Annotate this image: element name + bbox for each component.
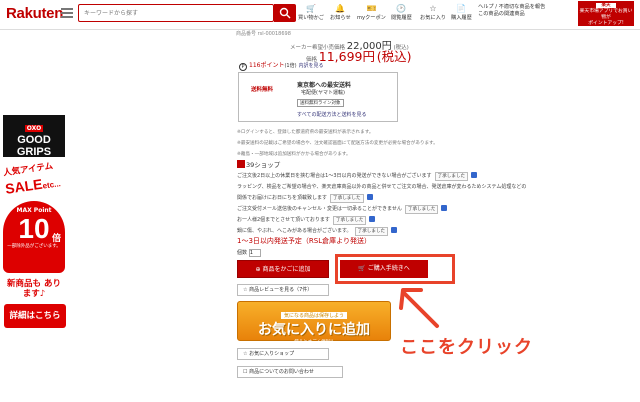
arrow-icon — [399, 288, 439, 328]
coupon-icon: 🎫 — [366, 4, 377, 13]
delivery-estimate: 1〜3日以内発送予定（RSL倉庫より発送） — [237, 237, 371, 245]
shop-name[interactable]: 39ショップ — [237, 159, 280, 169]
nav-coupon[interactable]: 🎫 myクーポン — [357, 4, 386, 21]
agree-checkbox[interactable]: 了承しました — [332, 216, 367, 225]
add-to-favorites-banner[interactable]: 気になる商品は保存しよう お気に入りに追加 使うとすごく便利!! — [237, 301, 391, 345]
cart-icon: 🛒 — [305, 4, 316, 13]
bell-icon: 🔔 — [335, 4, 346, 13]
agree-checkbox[interactable]: 了承しました — [434, 172, 469, 181]
agree-checkbox[interactable]: 了承しました — [330, 194, 364, 203]
condition-row: ご注文後2日以上の休業日を挟む場合は1〜3日以内の発送ができない場合がございます… — [237, 172, 478, 181]
left-promo-banner[interactable]: OXO GOOD GRIPS 人気アイテム SALEetc... MAX Poi… — [0, 115, 70, 345]
points-info: P 116ポイント(1倍) 内訳を見る — [239, 60, 323, 71]
add-to-cart-button[interactable]: ⊕ 商品をかごに追加 — [237, 260, 329, 278]
detail-button[interactable]: 詳細はこちら — [4, 304, 66, 328]
sku: 商品番号 rsl-00018698 — [236, 31, 291, 37]
condition-row: お一人様2個までとさせて頂いております 了承しました — [237, 216, 376, 225]
shipping-box: 送料無料 東京都への最安送料 宅配便(ヤマト運輸) 送料無料ライン対象 すべての… — [238, 72, 398, 122]
receipt-icon: 📄 — [456, 4, 467, 13]
toggle-icon[interactable] — [441, 205, 448, 211]
quantity: 個数 — [237, 249, 262, 257]
star-icon: ☆ — [429, 4, 437, 13]
toggle-icon[interactable] — [366, 194, 373, 200]
agree-checkbox[interactable]: 了承しました — [404, 205, 439, 214]
shop-icon — [237, 160, 245, 168]
search-input[interactable] — [78, 4, 274, 22]
search-icon — [279, 7, 291, 19]
nav-cart[interactable]: 🛒 買い物かご — [298, 4, 324, 21]
menu-icon[interactable] — [61, 8, 73, 18]
inquiry-link[interactable]: ☐ 商品についてのお問い合わせ — [237, 366, 343, 378]
nav-favorites[interactable]: ☆ お気に入り — [420, 4, 446, 21]
nav-history[interactable]: 🕑 閲覧履歴 — [391, 4, 412, 21]
point-icon: P — [239, 63, 247, 71]
condition-row: 関係でお届けにお日にちを頂載致します 了承しました — [237, 194, 373, 203]
point-badge: MAX Point 10 倍 一部除外品がございます。 — [3, 201, 65, 273]
help-links[interactable]: ヘルプ / 不適切な商品を報告 この商品の関連商品 — [478, 4, 545, 18]
shipping-methods-link[interactable]: すべての配送方法と送料を見る — [297, 111, 366, 118]
toggle-icon[interactable] — [471, 172, 478, 178]
search-button[interactable] — [274, 4, 296, 22]
favorite-shop-button[interactable]: ☆ お気に入りショップ — [237, 348, 329, 360]
condition-row: ご注文受付メール送信後のキャンセル・変更は一切承ることができません 了承しました — [237, 205, 448, 214]
oxo-logo: OXO GOOD GRIPS — [3, 115, 65, 158]
shipping-notes: ※ログインすると、登録した都道府県の最安送料が表示されます。 ※最安送料の記載は… — [237, 130, 438, 157]
agree-checkbox[interactable]: 了承しました — [354, 227, 389, 236]
points-breakdown-link[interactable]: 内訳を見る — [298, 63, 323, 69]
toggle-icon[interactable] — [369, 216, 376, 222]
annotation-text: ここをクリック — [400, 337, 533, 358]
quantity-input[interactable] — [249, 249, 262, 257]
nav-purchase-history[interactable]: 📄 購入履歴 — [451, 4, 472, 21]
condition-row: 鍋に傷、やぶれ、へこみがある場合がございます。 了承しました — [237, 227, 398, 236]
toggle-icon[interactable] — [391, 227, 398, 233]
history-icon: 🕑 — [396, 4, 407, 13]
review-link[interactable]: ☆ 商品レビューを見る（7件） — [237, 284, 329, 296]
new-items-text: 新商品も あります♪ — [7, 279, 61, 299]
highlight-box — [335, 254, 455, 284]
app-promo-banner[interactable]: 楽天 楽天市場アプリでお買い物が ポイントアップ! — [578, 1, 634, 26]
nav-notifications[interactable]: 🔔 お知らせ — [330, 4, 351, 21]
header: Rakuten 🛒買い物かご 🔔お知らせ 🎫myクーポン 🕑閲覧履歴 ☆お気に入… — [0, 0, 640, 30]
rakuten-logo[interactable]: Rakuten — [6, 5, 63, 22]
condition-row: ラッピング、検品をご希望の場合や、楽天倉庫商品以外の商品と併せてご注文の場合、発… — [237, 184, 527, 190]
